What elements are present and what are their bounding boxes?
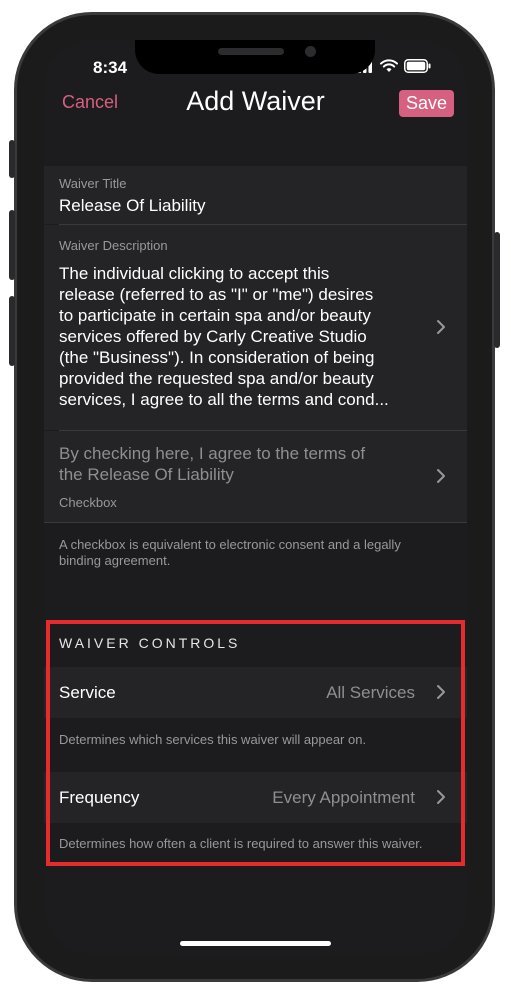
- wifi-icon: [380, 59, 398, 72]
- description-line: (the "Business"). In consideration of be…: [59, 348, 375, 367]
- waiver-description-text: The individual clicking to accept this r…: [59, 263, 404, 410]
- description-line: provided the requested spa and/or beauty: [59, 369, 374, 388]
- footer-line: A checkbox is equivalent to electronic c…: [59, 537, 401, 552]
- volume-up-button: [9, 210, 15, 280]
- battery-icon: [404, 59, 431, 73]
- description-line: The individual clicking to accept this: [59, 264, 330, 283]
- power-button: [494, 232, 500, 348]
- description-line: services offered by Carly Creative Studi…: [59, 327, 367, 346]
- notch: [135, 40, 375, 74]
- waiver-description-label: Waiver Description: [59, 238, 168, 253]
- highlight-box: [46, 620, 465, 866]
- chevron-right-icon: [437, 320, 445, 334]
- waiver-title-value: Release Of Liability: [59, 196, 206, 215]
- status-time: 8:34: [93, 58, 128, 77]
- description-line: to participate in certain spa and/or bea…: [59, 306, 371, 325]
- consent-footer-note: A checkbox is equivalent to electronic c…: [59, 537, 401, 569]
- description-line: services, I agree to all the terms and c…: [59, 390, 389, 409]
- home-indicator[interactable]: [180, 941, 331, 946]
- volume-down-button: [9, 296, 15, 366]
- consent-line: the Release Of Liability: [59, 465, 234, 484]
- footer-line: binding agreement.: [59, 553, 171, 568]
- chevron-right-icon: [437, 469, 445, 483]
- save-button[interactable]: Save: [399, 90, 455, 117]
- camera: [305, 46, 316, 57]
- description-line: release (referred to as "I" or "me") des…: [59, 285, 374, 304]
- waiver-title-label: Waiver Title: [59, 176, 127, 191]
- consent-line: By checking here, I agree to the terms o…: [59, 444, 366, 463]
- speaker: [218, 48, 284, 55]
- consent-type-label: Checkbox: [59, 495, 117, 510]
- mute-switch: [9, 140, 15, 178]
- consent-text: By checking here, I agree to the terms o…: [59, 443, 365, 485]
- separator: [44, 522, 467, 523]
